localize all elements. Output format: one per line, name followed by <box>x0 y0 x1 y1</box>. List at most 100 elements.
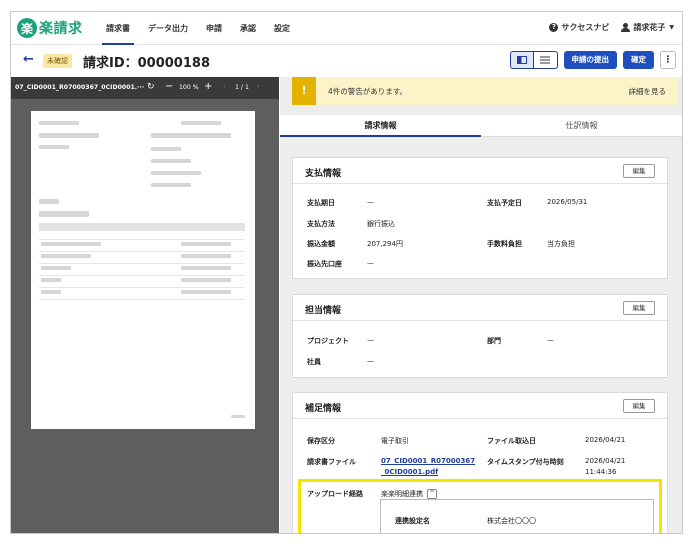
app-window: 楽 楽請求 請求書 データ出力 申請 承認 設定 ? サクセスナビ 請求花子 ▼… <box>10 11 683 534</box>
nav-tabs: 請求書 データ出力 申請 承認 設定 <box>97 12 299 45</box>
field-label: 支払予定日 <box>487 199 522 207</box>
nav-tab-application[interactable]: 申請 <box>197 12 231 45</box>
doc-blur-text <box>151 171 201 175</box>
doc-blur-text <box>181 242 231 246</box>
field-value: 株式会社〇〇〇 <box>487 517 536 525</box>
doc-blur-text <box>231 415 245 418</box>
nav-tab-invoices[interactable]: 請求書 <box>97 12 139 45</box>
doc-table-line <box>39 275 245 276</box>
zoom-level: 100 % <box>179 84 199 91</box>
doc-blur-text <box>151 159 191 163</box>
card-title: 補足情報 <box>305 404 342 414</box>
top-nav: 楽 楽請求 請求書 データ出力 申請 承認 設定 ? サクセスナビ 請求花子 ▼ <box>11 12 682 45</box>
field-label: 連携設定名 <box>395 517 430 525</box>
caret-down-icon: ▼ <box>669 24 674 31</box>
owner-info-card: 担当情報 編集 プロジェクト — 部門 — 社員 — <box>292 294 668 378</box>
doc-blur-text <box>181 278 231 282</box>
rotate-icon[interactable]: ↻ <box>147 82 155 92</box>
field-label: 振込先口座 <box>307 260 342 268</box>
submit-application-button[interactable]: 申請の提出 <box>563 51 617 69</box>
split-view-icon <box>516 56 527 64</box>
doc-blur-text <box>39 121 79 125</box>
payment-info-card: 支払情報 編集 支払期日 — 支払予定日 2026/05/31 支払方法 銀行振… <box>292 157 668 279</box>
field-label: 手数料負担 <box>487 240 522 248</box>
user-menu[interactable]: 請求花子 ▼ <box>621 22 674 33</box>
nav-tab-data-export[interactable]: データ出力 <box>139 12 197 45</box>
user-name: 請求花子 <box>633 23 666 32</box>
field-value: 電子取引 <box>381 437 409 445</box>
field-value: — <box>367 259 374 267</box>
doc-blur-text <box>181 254 231 258</box>
field-label: 振込金額 <box>307 240 335 248</box>
warning-text: 4件の警告があります。 <box>328 87 408 96</box>
edit-button[interactable]: 編集 <box>623 164 655 178</box>
invoice-detail-panel: ! 4件の警告があります。 詳細を見る 請求情報 仕訳情報 支払情報 編集 支払… <box>280 77 682 533</box>
field-value: 当方負担 <box>547 240 575 248</box>
edit-button[interactable]: 編集 <box>623 301 655 315</box>
warning-banner: ! 4件の警告があります。 詳細を見る <box>292 77 678 105</box>
zoom-out-icon[interactable]: − <box>165 81 173 92</box>
tab-journal-info[interactable]: 仕訳情報 <box>481 115 682 137</box>
title-actions: 申請の提出 確定 ⋮ <box>509 51 676 69</box>
card-header: 担当情報 編集 <box>293 295 667 321</box>
doc-blur-text <box>39 199 59 204</box>
doc-blur-text <box>41 254 91 258</box>
list-view-button[interactable] <box>533 51 558 69</box>
page-indicator: 1 / 1 <box>235 84 249 91</box>
warning-icon: ! <box>292 77 316 105</box>
more-options-icon[interactable]: ⋮ <box>660 51 676 69</box>
doc-table-line <box>39 251 245 252</box>
tab-invoice-info[interactable]: 請求情報 <box>280 115 481 137</box>
field-value: 銀行振込 <box>367 220 395 228</box>
doc-blur-text <box>151 133 231 138</box>
back-arrow-icon[interactable]: ← <box>23 52 34 67</box>
field-value: 2026/04/21 <box>585 457 626 465</box>
link-setting-box: 連携設定名 株式会社〇〇〇 <box>380 499 654 533</box>
field-label: ファイル取込日 <box>487 437 536 445</box>
logo[interactable]: 楽 楽請求 <box>17 18 83 38</box>
doc-blur-text <box>181 266 231 270</box>
viewer-file-name: 07_CID0001_R07000367_0CID0001.··· <box>15 84 145 91</box>
user-icon <box>621 23 631 32</box>
edit-button[interactable]: 編集 <box>623 399 655 413</box>
card-header: 支払情報 編集 <box>293 158 667 184</box>
field-label: プロジェクト <box>307 337 349 345</box>
field-value: — <box>367 198 374 206</box>
prev-page-icon[interactable]: ‹ <box>223 83 225 90</box>
zoom-in-icon[interactable]: + <box>204 81 212 92</box>
doc-blur-text <box>151 147 181 151</box>
doc-table-header <box>39 223 245 231</box>
doc-table-line <box>39 299 245 300</box>
doc-blur-text <box>41 266 71 270</box>
help-circle-icon: ? <box>549 23 559 32</box>
field-label: 支払期日 <box>307 199 335 207</box>
field-label: 社員 <box>307 358 321 366</box>
doc-blur-text <box>181 121 221 125</box>
nav-tab-approval[interactable]: 承認 <box>231 12 265 45</box>
doc-blur-text <box>181 290 231 294</box>
success-navi-link[interactable]: ? サクセスナビ <box>549 22 609 33</box>
page-title: 請求ID：00000188 <box>83 56 210 71</box>
invoice-file-link[interactable]: _0CID0001.pdf <box>381 468 438 476</box>
card-title: 支払情報 <box>305 169 342 179</box>
confirm-button[interactable]: 確定 <box>623 51 654 69</box>
invoice-file-link[interactable]: 07_CID0001_R07000367 <box>381 457 475 465</box>
document-viewer: 07_CID0001_R07000367_0CID0001.··· ↻ − 10… <box>11 77 279 533</box>
nav-tab-settings[interactable]: 設定 <box>265 12 299 45</box>
next-page-icon[interactable]: › <box>257 83 259 90</box>
logo-text: 楽請求 <box>39 21 83 37</box>
document-page <box>31 111 255 429</box>
field-label: 保存区分 <box>307 437 335 445</box>
success-navi-label: サクセスナビ <box>561 23 610 32</box>
doc-table-line <box>39 239 245 240</box>
doc-blur-text <box>39 133 99 138</box>
field-label: 部門 <box>487 337 501 345</box>
field-label: タイムスタンプ付与時刻 <box>487 458 564 466</box>
status-badge: 未確認 <box>43 54 72 68</box>
doc-blur-text <box>39 211 89 217</box>
detail-tabs: 請求情報 仕訳情報 <box>280 115 682 137</box>
split-view-button[interactable] <box>509 51 534 69</box>
title-bar: ← 未確認 請求ID：00000188 申請の提出 確定 ⋮ <box>11 46 682 76</box>
warning-details-link[interactable]: 詳細を見る <box>629 86 667 97</box>
viewer-toolbar: 07_CID0001_R07000367_0CID0001.··· ↻ − 10… <box>11 77 279 99</box>
